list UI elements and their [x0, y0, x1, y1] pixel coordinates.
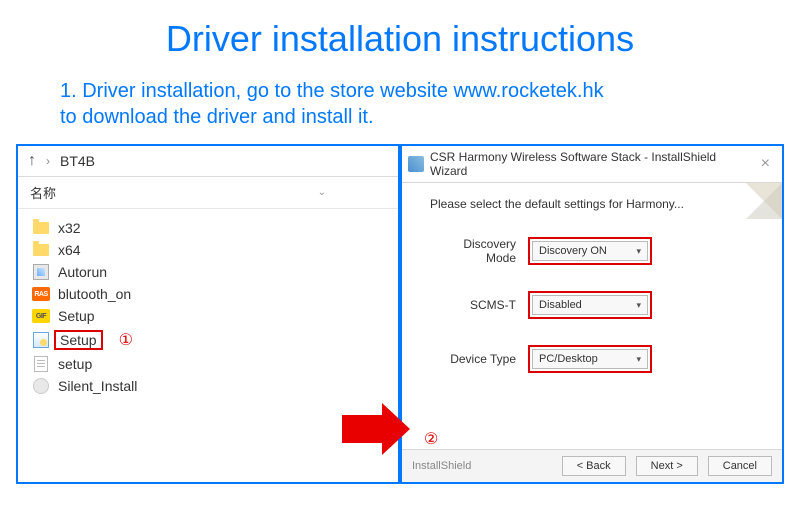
gif-icon: GIF	[32, 308, 50, 324]
file-label: Autorun	[58, 264, 107, 280]
file-label: x32	[58, 220, 81, 236]
next-button[interactable]: Next >	[636, 456, 698, 476]
form-row-device-type: Device Type PC/Desktop ▾	[430, 345, 754, 373]
highlight-box: Setup	[54, 330, 103, 350]
field-label: SCMS-T	[430, 298, 528, 312]
chevron-down-icon: ▾	[636, 246, 641, 257]
up-arrow-icon[interactable]: ↑	[28, 152, 36, 170]
file-label: setup	[58, 356, 92, 372]
file-label: Silent_Install	[58, 378, 137, 394]
step-1-marker-icon: ①	[119, 330, 133, 350]
dialog-buttons: < Back Next > Cancel	[562, 456, 772, 476]
dialog-titlebar: CSR Harmony Wireless Software Stack - In…	[402, 146, 782, 183]
column-header-label: 名称	[30, 183, 56, 202]
highlight-box: Disabled ▾	[528, 291, 652, 319]
breadcrumb-folder[interactable]: BT4B	[60, 153, 95, 169]
file-item-setup-ini[interactable]: setup	[30, 353, 386, 375]
file-label: Setup	[60, 332, 97, 348]
dropdown-value: Disabled	[539, 299, 582, 311]
installer-dialog: CSR Harmony Wireless Software Stack - In…	[400, 144, 784, 484]
column-header[interactable]: 名称 ⌄	[18, 177, 398, 209]
ras-icon: RAS	[32, 286, 50, 302]
panels-container: ↑ › BT4B 名称 ⌄ x32 x64 Autorun RAS blutoo	[0, 130, 800, 500]
close-icon[interactable]: ×	[755, 155, 776, 173]
installer-app-icon	[408, 156, 424, 172]
cog-icon	[32, 378, 50, 394]
file-label: x64	[58, 242, 81, 258]
page-title: Driver installation instructions	[0, 0, 800, 60]
page-curl-decoration-icon	[746, 183, 782, 219]
dialog-footer: InstallShield < Back Next > Cancel	[402, 449, 782, 482]
sort-caret-icon: ⌄	[318, 187, 326, 198]
form-row-discovery-mode: Discovery Mode Discovery ON ▾	[430, 237, 754, 265]
step-2-marker-icon: ②	[424, 429, 438, 449]
discovery-mode-dropdown[interactable]: Discovery ON ▾	[532, 241, 648, 261]
footer-brand: InstallShield	[412, 460, 471, 472]
file-item-setup-installer[interactable]: Setup ①	[30, 327, 386, 353]
file-label: blutooth_on	[58, 286, 131, 302]
ini-icon	[32, 356, 50, 372]
dialog-body: Please select the default settings for H…	[402, 183, 782, 463]
breadcrumb-separator-icon: ›	[46, 154, 50, 168]
back-button[interactable]: < Back	[562, 456, 626, 476]
folder-icon	[32, 220, 50, 236]
file-item-folder[interactable]: x64	[30, 239, 386, 261]
file-label: Setup	[58, 308, 95, 324]
file-item-autorun[interactable]: Autorun	[30, 261, 386, 283]
file-item-bluetooth-on[interactable]: RAS blutooth_on	[30, 283, 386, 305]
instruction-text: 1. Driver installation, go to the store …	[0, 60, 800, 130]
dialog-title: CSR Harmony Wireless Software Stack - In…	[430, 150, 749, 178]
folder-icon	[32, 242, 50, 258]
installer-icon	[32, 332, 50, 348]
cancel-button[interactable]: Cancel	[708, 456, 772, 476]
device-type-dropdown[interactable]: PC/Desktop ▾	[532, 349, 648, 369]
file-list: x32 x64 Autorun RAS blutooth_on GIF Setu…	[18, 209, 398, 405]
highlight-box: Discovery ON ▾	[528, 237, 652, 265]
field-label: Device Type	[430, 352, 528, 366]
dropdown-value: Discovery ON	[539, 245, 607, 257]
highlight-box: PC/Desktop ▾	[528, 345, 652, 373]
field-label: Discovery Mode	[430, 237, 528, 265]
dialog-prompt: Please select the default settings for H…	[430, 197, 754, 211]
right-arrow-icon	[342, 415, 382, 443]
chevron-down-icon: ▾	[636, 354, 641, 365]
chevron-down-icon: ▾	[636, 300, 641, 311]
file-item-setup-gif[interactable]: GIF Setup	[30, 305, 386, 327]
form-row-scms-t: SCMS-T Disabled ▾	[430, 291, 754, 319]
explorer-toolbar: ↑ › BT4B	[18, 146, 398, 177]
scms-t-dropdown[interactable]: Disabled ▾	[532, 295, 648, 315]
dropdown-value: PC/Desktop	[539, 353, 598, 365]
exe-icon	[32, 264, 50, 280]
file-item-silent-install[interactable]: Silent_Install	[30, 375, 386, 397]
file-item-folder[interactable]: x32	[30, 217, 386, 239]
